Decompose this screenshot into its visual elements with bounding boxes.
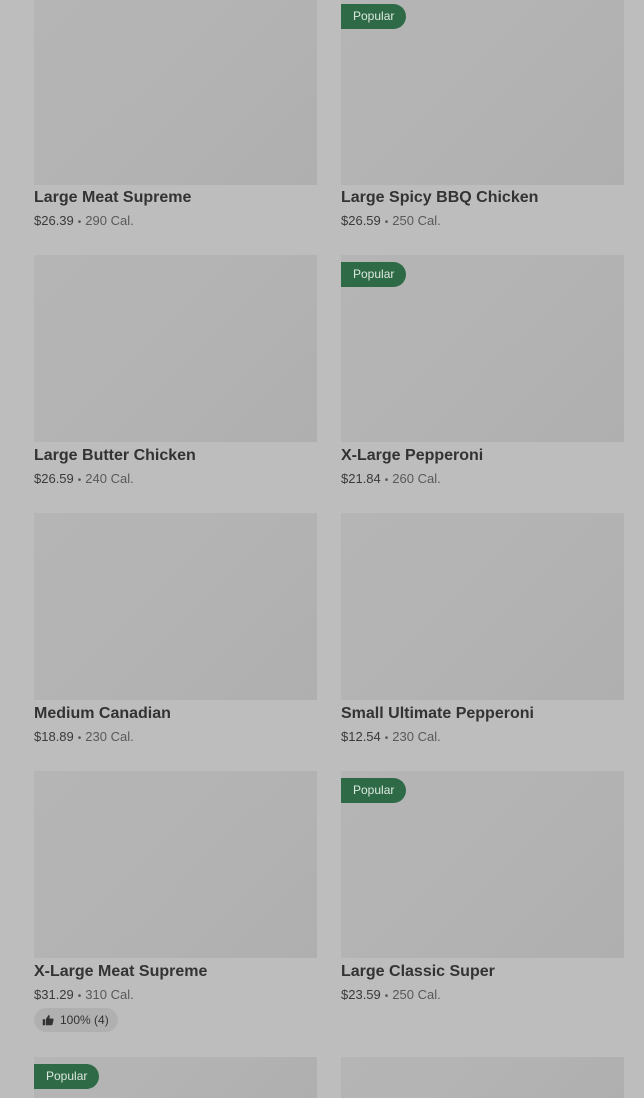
- popular-badge: Popular: [34, 1064, 100, 1089]
- separator: •: [384, 475, 389, 486]
- item-meta: $26.39 • 290 Cal.: [34, 213, 134, 228]
- menu-item-card[interactable]: Popular Large Spicy BBQ Chicken $26.59 • 2…: [341, 0, 624, 240]
- item-meta: $26.59 • 250 Cal.: [341, 213, 441, 228]
- menu-item-card[interactable]: Large Meat Supreme $26.39 • 290 Cal.: [34, 0, 317, 240]
- separator: •: [77, 475, 82, 486]
- popular-badge: Popular: [341, 778, 407, 803]
- item-calories: 250 Cal.: [392, 213, 441, 228]
- item-name: Small Ultimate Pepperoni: [341, 705, 534, 722]
- separator: •: [77, 733, 82, 744]
- menu-item-card[interactable]: Small Ultimate Pepperoni $12.54 • 230 Cal.: [341, 513, 624, 753]
- item-price: $21.84: [341, 471, 381, 486]
- item-image[interactable]: [34, 255, 317, 442]
- popular-badge: Popular: [341, 262, 407, 287]
- separator: •: [384, 991, 389, 1002]
- item-meta: $31.29 • 310 Cal.: [34, 987, 134, 1002]
- item-name: X-Large Meat Supreme: [34, 963, 208, 980]
- item-image[interactable]: [341, 1057, 624, 1098]
- item-image[interactable]: [341, 513, 624, 700]
- item-price: $23.59: [341, 987, 381, 1002]
- item-price: $26.59: [341, 213, 381, 228]
- item-calories: 240 Cal.: [85, 471, 134, 486]
- menu-item-card[interactable]: Popular Large Classic Super $23.59 • 250 C…: [341, 771, 624, 1011]
- separator: •: [77, 217, 82, 228]
- thumbs-up-icon: [42, 1015, 54, 1026]
- item-name: X-Large Pepperoni: [341, 447, 484, 464]
- separator: •: [77, 991, 82, 1002]
- item-name: Medium Canadian: [34, 705, 171, 722]
- item-image[interactable]: [34, 771, 317, 958]
- menu-item-card[interactable]: Large Butter Chicken $26.59 • 240 Cal.: [34, 255, 317, 495]
- item-meta: $21.84 • 260 Cal.: [341, 471, 441, 486]
- separator: •: [384, 733, 389, 744]
- menu-item-card[interactable]: X-Large Meat Supreme $31.29 • 310 Cal. 100…: [34, 771, 317, 1041]
- item-calories: 230 Cal.: [85, 729, 134, 744]
- item-meta: $12.54 • 230 Cal.: [341, 729, 441, 744]
- menu-item-grid: Large Meat Supreme $26.39 • 290 Cal. Popul…: [0, 0, 644, 1098]
- menu-item-card[interactable]: Medium Canadian $18.89 • 230 Cal.: [34, 513, 317, 753]
- menu-item-card[interactable]: [341, 1057, 624, 1098]
- separator: •: [384, 217, 389, 228]
- item-name: Large Spicy BBQ Chicken: [341, 189, 539, 206]
- item-name: Large Classic Super: [341, 963, 495, 980]
- item-name: Large Meat Supreme: [34, 189, 192, 206]
- item-calories: 310 Cal.: [85, 987, 134, 1002]
- item-price: $26.39: [34, 213, 74, 228]
- item-image[interactable]: [34, 513, 317, 700]
- item-meta: $23.59 • 250 Cal.: [341, 987, 441, 1002]
- popular-badge: Popular: [341, 4, 407, 29]
- menu-item-card[interactable]: Popular X-Large Pepperoni $21.84 • 260 Cal…: [341, 255, 624, 495]
- item-price: $31.29: [34, 987, 74, 1002]
- item-price: $18.89: [34, 729, 74, 744]
- item-meta: $18.89 • 230 Cal.: [34, 729, 134, 744]
- item-meta: $26.59 • 240 Cal.: [34, 471, 134, 486]
- item-price: $12.54: [341, 729, 381, 744]
- item-image[interactable]: [34, 0, 317, 185]
- item-calories: 290 Cal.: [85, 213, 134, 228]
- item-calories: 260 Cal.: [392, 471, 441, 486]
- item-price: $26.59: [34, 471, 74, 486]
- item-calories: 230 Cal.: [392, 729, 441, 744]
- rating-pill: 100% (4): [34, 1008, 118, 1032]
- item-calories: 250 Cal.: [392, 987, 441, 1002]
- rating-text: 100% (4): [60, 1013, 109, 1027]
- menu-item-card[interactable]: Popular: [34, 1057, 317, 1098]
- item-name: Large Butter Chicken: [34, 447, 196, 464]
